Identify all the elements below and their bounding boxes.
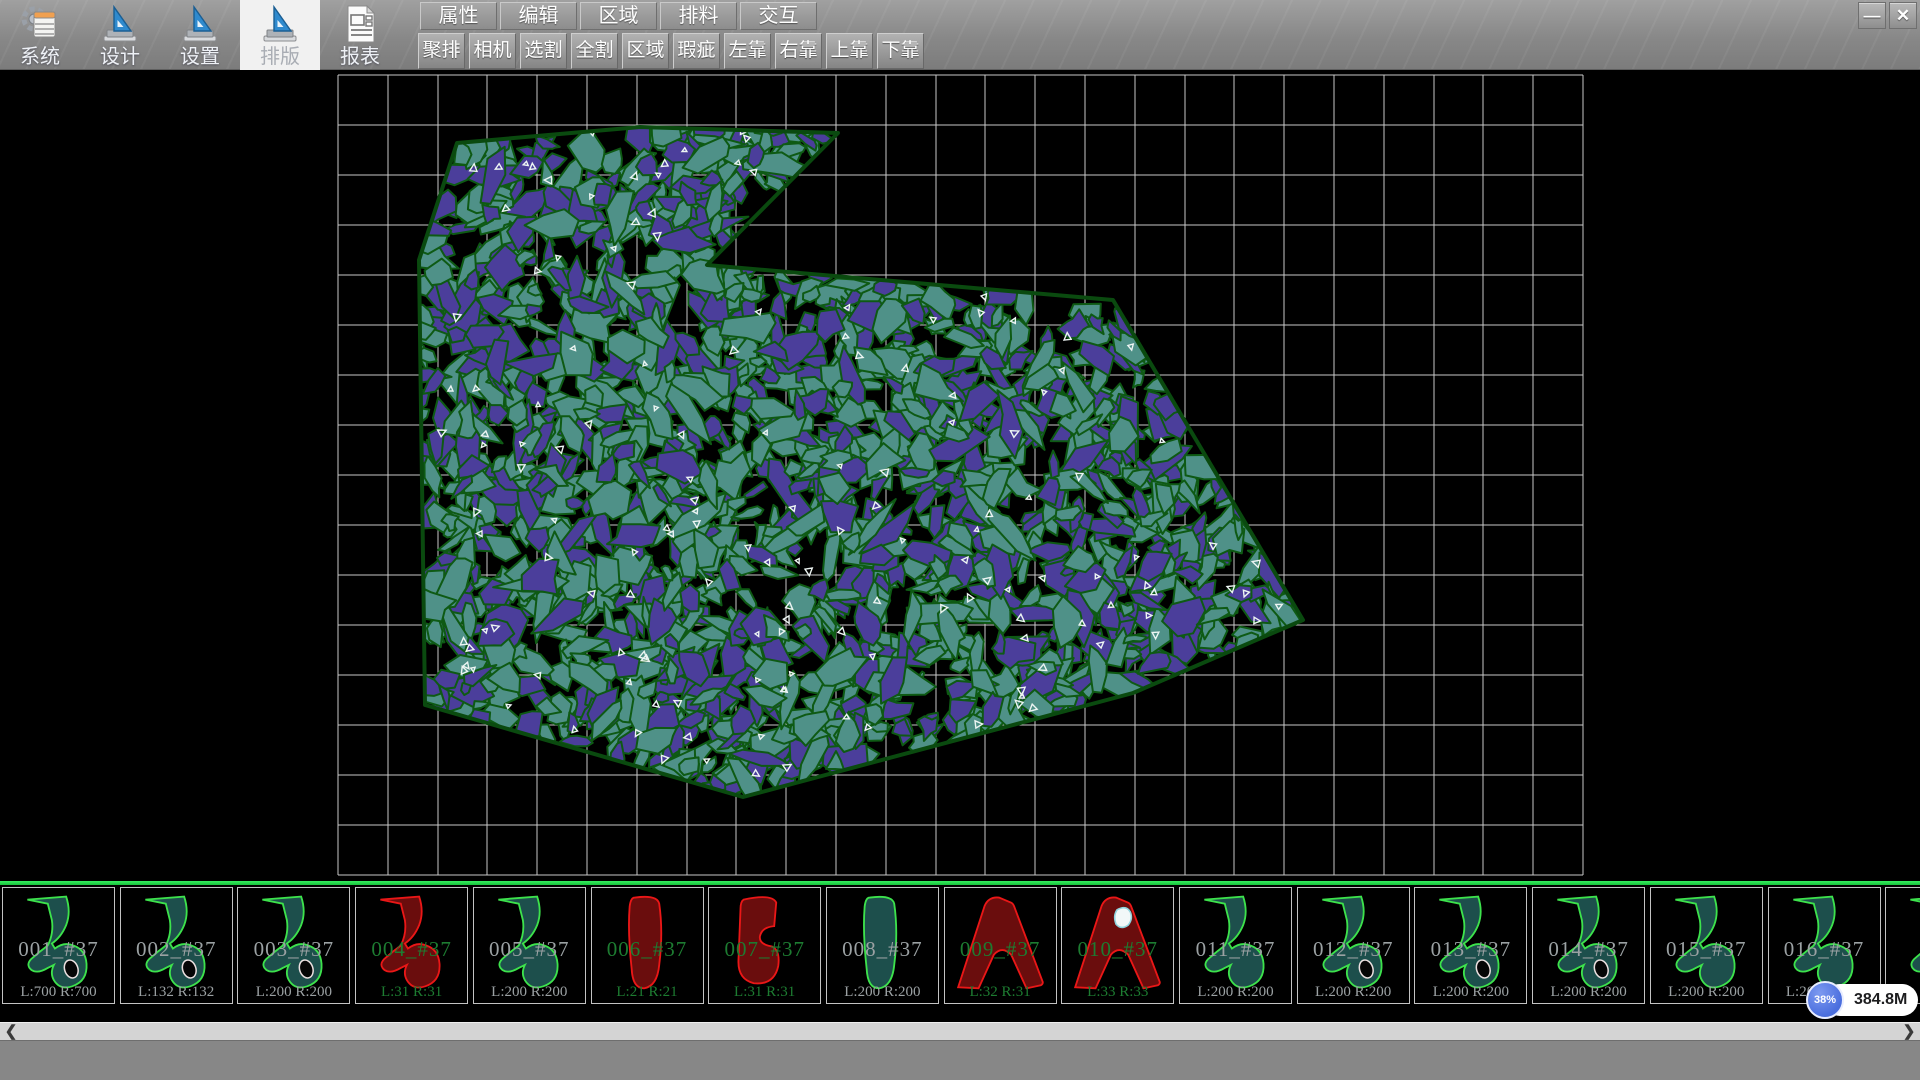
design-ruler-icon <box>99 3 141 45</box>
usage-percent-circle: 38% <box>1806 981 1844 1019</box>
thumbnail-tile-004_#37[interactable]: 004_#37 L:31 R:31 <box>355 887 468 1004</box>
app-tab-system[interactable]: 系统 <box>0 0 80 70</box>
tool-align-top-button[interactable]: 上靠 <box>826 33 873 69</box>
part-lr-count: L:31 R:31 <box>356 984 467 1001</box>
thumbnail-tile-003_#37[interactable]: 003_#37 L:200 R:200 <box>237 887 350 1004</box>
part-id-label: 009_#37 <box>945 937 1056 962</box>
nesting-canvas-area[interactable] <box>0 70 1920 881</box>
thumbnail-tile-007_#37[interactable]: 007_#37 L:31 R:31 <box>708 887 821 1004</box>
thumbnail-tile-002_#37[interactable]: 002_#37 L:132 R:132 <box>120 887 233 1004</box>
thumbnail-tile-005_#37[interactable]: 005_#37 L:200 R:200 <box>473 887 586 1004</box>
tool-cut-all-button[interactable]: 全割 <box>571 33 618 69</box>
app-tab-label: 报表 <box>340 46 380 68</box>
thumbnail-tile-001_#37[interactable]: 001_#37 L:700 R:700 <box>2 887 115 1004</box>
part-lr-count: L:200 R:200 <box>1651 984 1762 1001</box>
part-lr-count: L:700 R:700 <box>3 984 114 1001</box>
menu-interactive[interactable]: 交互 <box>740 2 817 30</box>
part-lr-count: L:200 R:200 <box>1415 984 1526 1001</box>
part-id-label: 008_#37 <box>827 937 938 962</box>
part-id-label: 014_#37 <box>1533 937 1644 962</box>
app-tab-bar: 系统 设计 设置 排版 报表 <box>0 0 400 70</box>
part-id-label: 003_#37 <box>238 937 349 962</box>
thumbnail-tile-011_#37[interactable]: 011_#37 L:200 R:200 <box>1179 887 1292 1004</box>
settings-ruler-icon <box>179 3 221 45</box>
nesting-ruler-icon <box>259 3 301 45</box>
part-lr-count: L:33 R:33 <box>1062 984 1173 1001</box>
nested-pieces-layer <box>393 105 1310 820</box>
close-button[interactable]: ✕ <box>1889 2 1917 29</box>
part-id-label: 005_#37 <box>474 937 585 962</box>
menu-row-primary: 属性编辑区域排料交互 <box>420 2 820 30</box>
app-tab-label: 系统 <box>20 46 60 68</box>
memory-value: 384.8M <box>1854 984 1907 1016</box>
menu-nest[interactable]: 排料 <box>660 2 737 30</box>
part-lr-count: L:200 R:200 <box>238 984 349 1001</box>
thumbnail-tile-010_#37[interactable]: 010_#37 L:33 R:33 <box>1061 887 1174 1004</box>
tool-align-left-button[interactable]: 左靠 <box>724 33 771 69</box>
thumbnail-tile-015_#37[interactable]: 015_#37 L:200 R:200 <box>1650 887 1763 1004</box>
part-id-label: 013_#37 <box>1415 937 1526 962</box>
part-id-label: 010_#37 <box>1062 937 1173 962</box>
usage-badge: 384.8M 38% <box>1806 981 1918 1019</box>
tool-region-button[interactable]: 区域 <box>622 33 669 69</box>
part-id-label: 012_#37 <box>1298 937 1409 962</box>
tool-align-bottom-button[interactable]: 下靠 <box>877 33 924 69</box>
window-controls: — ✕ <box>1858 2 1917 29</box>
part-lr-count: L:200 R:200 <box>1180 984 1291 1001</box>
part-id-label: 002_#37 <box>121 937 232 962</box>
part-id-label: 004_#37 <box>356 937 467 962</box>
thumbnail-tile-014_#37[interactable]: 014_#37 L:200 R:200 <box>1532 887 1645 1004</box>
part-lr-count: L:21 R:21 <box>592 984 703 1001</box>
part-id-label: 006_#37 <box>592 937 703 962</box>
part-lr-count: L:200 R:200 <box>1298 984 1409 1001</box>
horizontal-scrollbar[interactable]: ❮ ❯ <box>0 1022 1920 1040</box>
thumbnail-strip: 001_#37 L:700 R:700 002_#37 L:132 R:132 00… <box>0 885 1920 1006</box>
nesting-canvas[interactable] <box>0 70 1920 881</box>
app-tab-label: 设置 <box>180 46 220 68</box>
part-lr-count: L:132 R:132 <box>121 984 232 1001</box>
scroll-left-arrow-icon[interactable]: ❮ <box>2 1023 20 1041</box>
tool-cut-selected-button[interactable]: 选割 <box>520 33 567 69</box>
thumbnail-tile-012_#37[interactable]: 012_#37 L:200 R:200 <box>1297 887 1410 1004</box>
minimize-button[interactable]: — <box>1858 2 1886 29</box>
thumbnail-tile-006_#37[interactable]: 006_#37 L:21 R:21 <box>591 887 704 1004</box>
app-tab-design[interactable]: 设计 <box>80 0 160 70</box>
part-id-label: 007_#37 <box>709 937 820 962</box>
part-lr-count: L:200 R:200 <box>1533 984 1644 1001</box>
thumbnail-tile-009_#37[interactable]: 009_#37 L:32 R:31 <box>944 887 1057 1004</box>
part-id-label: 015_#37 <box>1651 937 1762 962</box>
tool-cluster-nest-button[interactable]: 聚排 <box>418 33 465 69</box>
menu-row-tools: 聚排相机选割全割区域瑕疵左靠右靠上靠下靠 <box>418 33 928 69</box>
status-bar <box>0 1040 1920 1080</box>
part-lr-count: L:31 R:31 <box>709 984 820 1001</box>
app-tab-settings[interactable]: 设置 <box>160 0 240 70</box>
thumbnail-tile-008_#37[interactable]: 008_#37 L:200 R:200 <box>826 887 939 1004</box>
part-lr-count: L:200 R:200 <box>474 984 585 1001</box>
app-tab-label: 设计 <box>100 46 140 68</box>
part-id-label: 001_#37 <box>3 937 114 962</box>
part-lr-count: L:200 R:200 <box>827 984 938 1001</box>
app-tab-report[interactable]: 报表 <box>320 0 400 70</box>
part-id-label: 016_#37 <box>1769 937 1880 962</box>
app-tab-nesting[interactable]: 排版 <box>240 0 320 70</box>
tool-defect-button[interactable]: 瑕疵 <box>673 33 720 69</box>
menu-region[interactable]: 区域 <box>580 2 657 30</box>
tool-camera-button[interactable]: 相机 <box>469 33 516 69</box>
thumbnail-tile-013_#37[interactable]: 013_#37 L:200 R:200 <box>1414 887 1527 1004</box>
menu-edit[interactable]: 编辑 <box>500 2 577 30</box>
app-tab-label: 排版 <box>260 46 300 68</box>
system-gear-icon <box>19 3 61 45</box>
part-id-label: 011_#37 <box>1180 937 1291 962</box>
part-lr-count: L:32 R:31 <box>945 984 1056 1001</box>
tool-align-right-button[interactable]: 右靠 <box>775 33 822 69</box>
main-toolbar: 系统 设计 设置 排版 报表 属性编辑区域排料交互 聚排相机选割全割区域瑕疵左靠… <box>0 0 1920 70</box>
scroll-right-arrow-icon[interactable]: ❯ <box>1900 1023 1918 1041</box>
menu-properties[interactable]: 属性 <box>420 2 497 30</box>
report-doc-icon <box>339 3 381 45</box>
